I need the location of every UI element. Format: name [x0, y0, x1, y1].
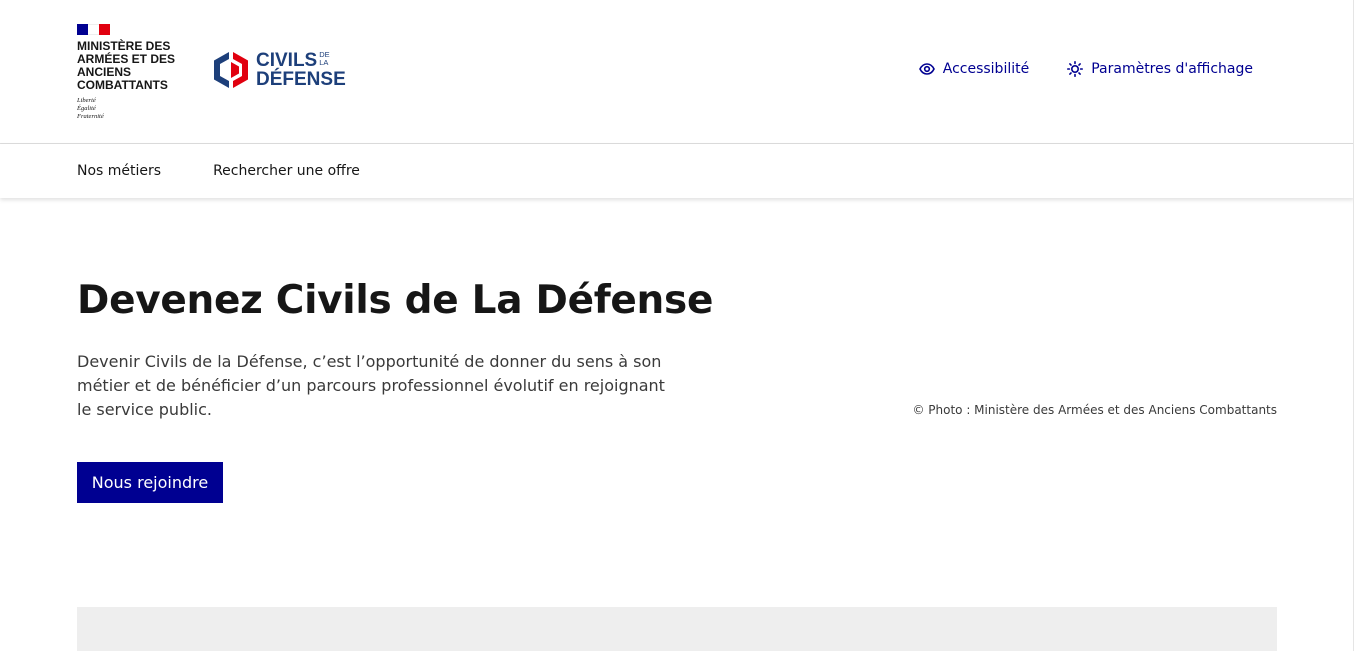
hero-description: Devenir Civils de la Défense, c’est l’op… [77, 352, 665, 419]
header-tools: Accessibilité Paramètres d'affichage [918, 61, 1253, 77]
hero-title: Devenez Civils de La Défense [77, 278, 714, 323]
eye-icon [918, 61, 935, 77]
accessibility-label: Accessibilité [942, 61, 1030, 77]
main-navigation: Nos métiers Rechercher une offre [0, 144, 1354, 198]
nav-item-nos-metiers[interactable]: Nos métiers [77, 163, 161, 179]
display-settings-label: Paramètres d'affichage [1091, 61, 1253, 77]
display-settings-link[interactable]: Paramètres d'affichage [1067, 61, 1253, 77]
sun-icon [1067, 61, 1084, 77]
accessibility-link[interactable]: Accessibilité [918, 61, 1030, 77]
republic-motto: Liberté Égalité Fraternité [77, 97, 104, 120]
nav-item-rechercher-offre[interactable]: Rechercher une offre [213, 163, 360, 179]
hexagon-logo-icon [214, 52, 248, 88]
logo-text-civils: CIVILS [256, 50, 318, 71]
photo-credit: © Photo : Ministère des Armées et des An… [912, 403, 1277, 417]
content-section-placeholder [77, 607, 1277, 651]
join-button[interactable]: Nous rejoindre [77, 462, 223, 503]
civils-de-la-defense-logo[interactable]: CIVILS DE LA DÉFENSE [212, 50, 346, 90]
french-flag-icon [77, 24, 110, 35]
logo-text-la: LA [319, 58, 329, 67]
page-scrollbar[interactable] [1353, 0, 1366, 651]
logo-text-defense: DÉFENSE [256, 69, 346, 90]
site-header: Ministère des Armées et des Anciens Comb… [0, 0, 1354, 144]
ministry-name: Ministère des Armées et des Anciens Comb… [77, 39, 176, 92]
ministry-logo[interactable]: Ministère des Armées et des Anciens Comb… [77, 24, 187, 121]
